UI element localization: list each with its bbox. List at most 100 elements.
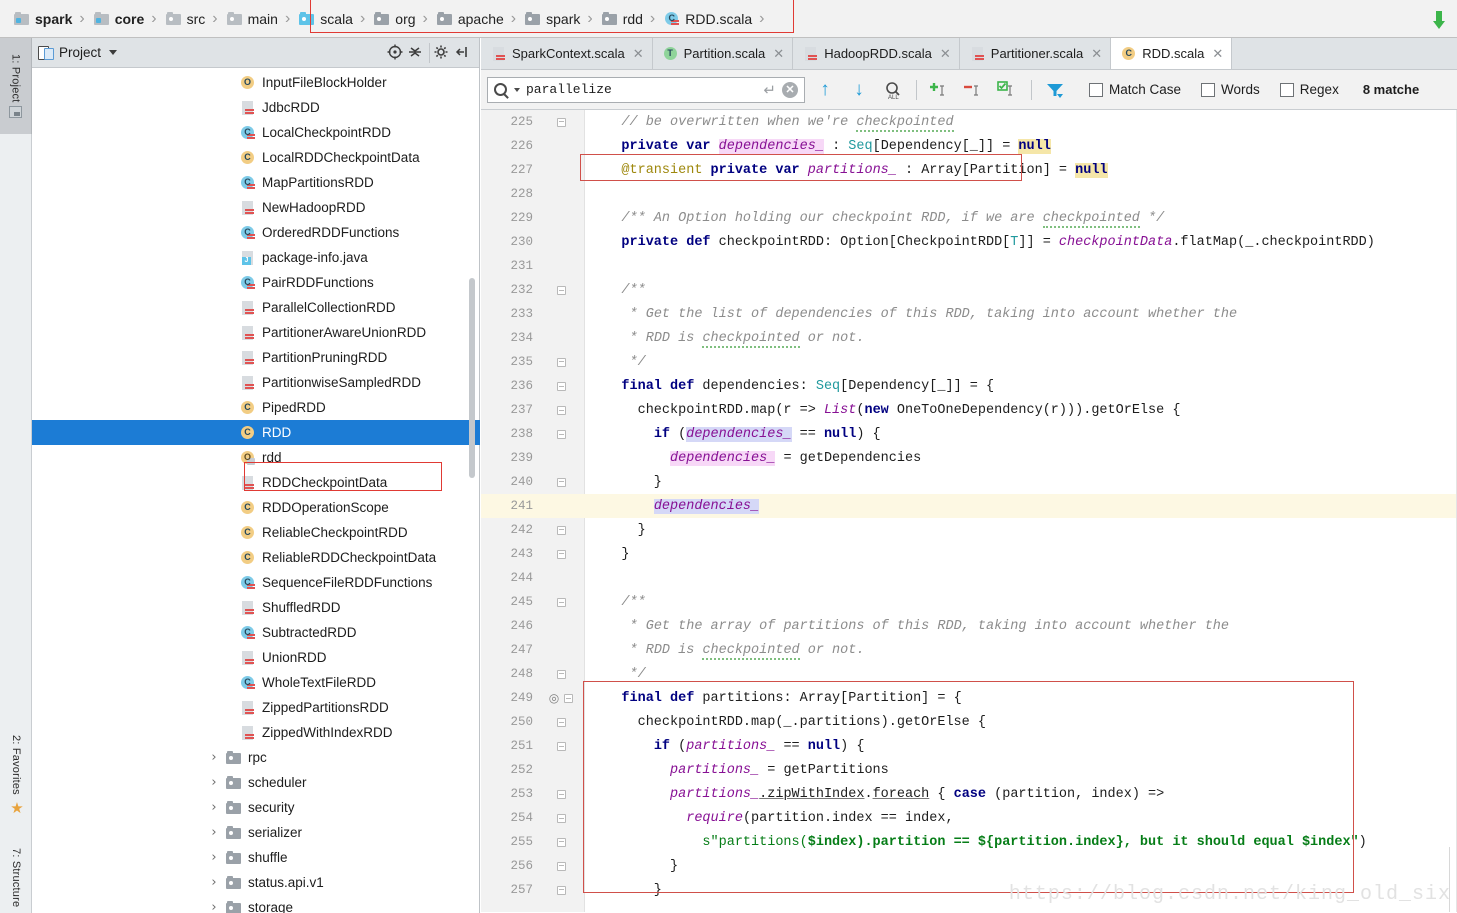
tree-node[interactable]: SubtractedRDD <box>32 620 480 645</box>
gutter-marker[interactable] <box>537 717 585 727</box>
code-line[interactable]: 246 * Get the array of partitions of thi… <box>481 614 1457 638</box>
line-number[interactable]: 251 <box>481 739 537 753</box>
gutter-marker[interactable] <box>537 429 585 439</box>
fold-collapse-icon[interactable] <box>556 741 566 751</box>
tree-node[interactable]: WholeTextFileRDD <box>32 670 480 695</box>
breadcrumb-item-spark[interactable]: spark <box>10 9 74 29</box>
code-line[interactable]: 238 if (dependencies_ == null) { <box>481 422 1457 446</box>
tool-button-structure[interactable]: 7: Structure <box>0 828 32 913</box>
fold-collapse-icon[interactable] <box>556 429 566 439</box>
code-line[interactable]: 229 /** An Option holding our checkpoint… <box>481 206 1457 230</box>
line-number[interactable]: 252 <box>481 763 537 777</box>
gutter-marker[interactable] <box>537 597 585 607</box>
line-number[interactable]: 229 <box>481 211 537 225</box>
line-number[interactable]: 245 <box>481 595 537 609</box>
line-number[interactable]: 226 <box>481 139 537 153</box>
fold-end-icon[interactable] <box>556 117 566 127</box>
code-line[interactable]: 247 * RDD is checkpointed or not. <box>481 638 1457 662</box>
line-number[interactable]: 235 <box>481 355 537 369</box>
tree-node[interactable]: SequenceFileRDDFunctions <box>32 570 480 595</box>
breadcrumb-item-src[interactable]: src <box>162 9 208 29</box>
gutter-marker[interactable] <box>537 357 585 367</box>
enter-icon[interactable]: ↵ <box>763 81 776 99</box>
tool-button-project[interactable]: 1: Project <box>0 38 32 134</box>
close-icon[interactable]: ✕ <box>940 46 951 62</box>
code-line[interactable]: 241 dependencies_ <box>481 494 1457 518</box>
chevron-right-icon[interactable]: › <box>208 875 220 890</box>
code-line[interactable]: 248 */ <box>481 662 1457 686</box>
fold-collapse-icon[interactable] <box>556 381 566 391</box>
line-number[interactable]: 256 <box>481 859 537 873</box>
line-number[interactable]: 237 <box>481 403 537 417</box>
tree-node[interactable]: RDDOperationScope <box>32 495 480 520</box>
breadcrumb-item-apache[interactable]: apache <box>433 9 506 29</box>
code-line[interactable]: 256 } <box>481 854 1457 878</box>
code-line[interactable]: 239 dependencies_ = getDependencies <box>481 446 1457 470</box>
code-line[interactable]: 228 <box>481 182 1457 206</box>
tree-node-directory[interactable]: › status.api.v1 <box>32 870 480 895</box>
line-number[interactable]: 255 <box>481 835 537 849</box>
tool-button-favorites[interactable]: 2: Favorites ★ <box>0 728 32 824</box>
code-line[interactable]: 227 @transient private var partitions_ :… <box>481 158 1457 182</box>
code-line[interactable]: 252 partitions_ = getPartitions <box>481 758 1457 782</box>
tree-node[interactable]: PartitionerAwareUnionRDD <box>32 320 480 345</box>
code-line[interactable]: 235 */ <box>481 350 1457 374</box>
tree-node[interactable]: ParallelCollectionRDD <box>32 295 480 320</box>
tree-node[interactable]: MapPartitionsRDD <box>32 170 480 195</box>
chevron-right-icon[interactable]: › <box>208 825 220 840</box>
code-line[interactable]: 255 s"partitions($index).partition == ${… <box>481 830 1457 854</box>
line-number[interactable]: 236 <box>481 379 537 393</box>
line-number[interactable]: 242 <box>481 523 537 537</box>
gutter-marker[interactable] <box>537 285 585 295</box>
project-tree-scrollbar[interactable] <box>469 278 475 478</box>
code-line[interactable]: 231 <box>481 254 1457 278</box>
gutter-marker[interactable] <box>537 885 585 895</box>
breadcrumb-item-org[interactable]: org <box>370 9 417 29</box>
tree-node[interactable]: NewHadoopRDD <box>32 195 480 220</box>
find-next-button[interactable]: ↓ <box>845 76 873 104</box>
chevron-right-icon[interactable]: › <box>208 750 220 765</box>
line-number[interactable]: 254 <box>481 811 537 825</box>
fold-collapse-icon[interactable] <box>556 405 566 415</box>
tree-node-directory[interactable]: › scheduler <box>32 770 480 795</box>
gutter-marker[interactable] <box>537 405 585 415</box>
gutter-marker[interactable]: ◎ <box>537 691 585 706</box>
editor-tab-rdd-scala[interactable]: RDD.scala ✕ <box>1111 38 1233 69</box>
breadcrumb-item-core[interactable]: core <box>90 9 147 29</box>
code-line[interactable]: 244 <box>481 566 1457 590</box>
line-number[interactable]: 241 <box>481 499 537 513</box>
editor-tab-partitioner-scala[interactable]: Partitioner.scala ✕ <box>959 38 1112 69</box>
fold-collapse-icon[interactable] <box>564 693 574 703</box>
hide-panel-icon[interactable] <box>453 43 473 63</box>
clear-search-icon[interactable]: ✕ <box>782 81 798 98</box>
fold-collapse-icon[interactable] <box>556 285 566 295</box>
tree-node[interactable]: LocalRDDCheckpointData <box>32 145 480 170</box>
fold-end-icon[interactable] <box>556 837 566 847</box>
code-lines[interactable]: 225 // be overwritten when we're checkpo… <box>481 110 1457 902</box>
chevron-right-icon[interactable]: › <box>208 900 220 913</box>
search-input[interactable]: parallelize ↵ ✕ <box>487 76 805 103</box>
line-number[interactable]: 257 <box>481 883 537 897</box>
fold-collapse-icon[interactable] <box>556 813 566 823</box>
tree-node-directory[interactable]: › storage <box>32 895 480 913</box>
tree-node[interactable]: LocalCheckpointRDD <box>32 120 480 145</box>
gutter-marker[interactable] <box>537 813 585 823</box>
fold-collapse-icon[interactable] <box>556 597 566 607</box>
editor-tab-sparkcontext-scala[interactable]: SparkContext.scala ✕ <box>481 38 653 69</box>
chevron-right-icon[interactable]: › <box>208 800 220 815</box>
line-number[interactable]: 239 <box>481 451 537 465</box>
code-line[interactable]: 253 partitions_.zipWithIndex.foreach { c… <box>481 782 1457 806</box>
line-number[interactable]: 230 <box>481 235 537 249</box>
fold-end-icon[interactable] <box>556 549 566 559</box>
tree-node[interactable]: package-info.java <box>32 245 480 270</box>
tree-node[interactable]: InputFileBlockHolder <box>32 70 480 95</box>
regex-checkbox[interactable]: Regex <box>1279 82 1339 97</box>
code-line[interactable]: 251 if (partitions_ == null) { <box>481 734 1457 758</box>
gutter-marker[interactable] <box>537 837 585 847</box>
gutter-marker[interactable] <box>537 381 585 391</box>
tree-node[interactable]: ZippedPartitionsRDD <box>32 695 480 720</box>
search-history-caret-icon[interactable] <box>514 87 520 92</box>
line-number[interactable]: 227 <box>481 163 537 177</box>
scroll-from-source-icon[interactable] <box>386 43 406 63</box>
close-icon[interactable]: ✕ <box>773 46 784 62</box>
